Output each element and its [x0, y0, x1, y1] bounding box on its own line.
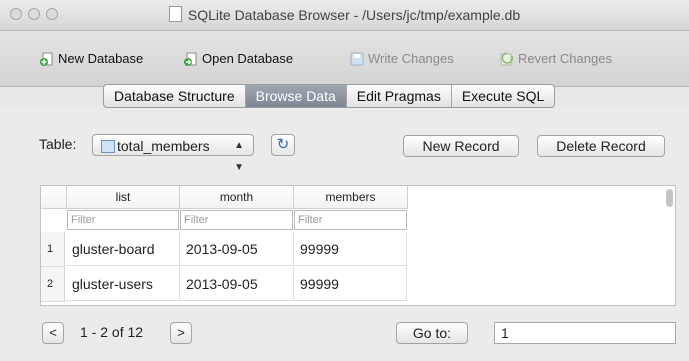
new-database-button[interactable]: New Database	[40, 51, 143, 66]
window-title: SQLite Database Browser - /Users/jc/tmp/…	[187, 7, 521, 23]
table-icon	[101, 140, 115, 153]
vertical-scrollbar[interactable]	[666, 189, 673, 207]
new-record-button[interactable]: New Record	[403, 135, 519, 157]
table-cell[interactable]: 2013-09-05	[180, 232, 294, 266]
open-database-label: Open Database	[202, 51, 294, 66]
chevron-updown-icon: ▲ ▼	[234, 140, 244, 173]
tab-browse-data[interactable]: Browse Data	[245, 85, 347, 107]
filter-input-list[interactable]: Filter	[67, 210, 179, 230]
page-range: 1 - 2 of 12	[80, 324, 144, 340]
next-page-button[interactable]: >	[170, 322, 192, 344]
table-cell[interactable]: 99999	[294, 232, 407, 266]
revert-changes-label: Revert Changes	[518, 51, 612, 66]
goto-input[interactable]: 1	[494, 322, 676, 344]
window-title-wrap: SQLite Database Browser - /Users/jc/tmp/…	[0, 6, 689, 23]
table-select-value: total_members	[117, 138, 210, 154]
write-changes-button[interactable]: Write Changes	[350, 51, 454, 66]
write-changes-label: Write Changes	[368, 51, 454, 66]
toolbar: New Database Open Database Write Changes…	[0, 31, 689, 87]
table-cell[interactable]: 2013-09-05	[180, 267, 294, 301]
row-number[interactable]: 2	[41, 267, 65, 302]
table-select[interactable]: total_members ▲ ▼	[92, 134, 254, 173]
document-icon	[168, 6, 182, 22]
column-header-month[interactable]: month	[180, 186, 294, 209]
filter-input-month[interactable]: Filter	[180, 210, 293, 230]
goto-button[interactable]: Go to:	[396, 322, 468, 344]
tab-edit-pragmas[interactable]: Edit Pragmas	[347, 85, 452, 107]
data-grid: list month members Filter Filter Filter …	[40, 185, 676, 306]
refresh-icon: ↻	[276, 136, 290, 153]
tab-bar: Database Structure Browse Data Edit Prag…	[103, 84, 556, 108]
open-database-button[interactable]: Open Database	[184, 51, 293, 66]
table-cell[interactable]: 99999	[294, 267, 407, 301]
previous-page-button[interactable]: <	[42, 322, 64, 344]
column-header-list[interactable]: list	[67, 186, 180, 209]
tab-database-structure[interactable]: Database Structure	[104, 85, 246, 107]
row-number[interactable]: 1	[41, 232, 65, 267]
tab-execute-sql[interactable]: Execute SQL	[452, 85, 554, 107]
table-label: Table:	[39, 136, 77, 152]
open-database-icon	[184, 52, 197, 66]
refresh-button[interactable]: ↻	[271, 134, 295, 156]
revert-changes-icon	[500, 52, 514, 66]
new-database-icon	[40, 52, 53, 66]
table-cell[interactable]: gluster-board	[66, 232, 180, 266]
write-changes-icon	[350, 52, 364, 66]
new-database-label: New Database	[58, 51, 144, 66]
title-bar: SQLite Database Browser - /Users/jc/tmp/…	[0, 0, 689, 31]
delete-record-button[interactable]: Delete Record	[537, 135, 665, 157]
column-header-members[interactable]: members	[294, 186, 408, 209]
corner-header	[41, 186, 67, 209]
table-cell[interactable]: gluster-users	[66, 267, 180, 301]
revert-changes-button[interactable]: Revert Changes	[500, 51, 612, 66]
filter-input-members[interactable]: Filter	[294, 210, 407, 230]
